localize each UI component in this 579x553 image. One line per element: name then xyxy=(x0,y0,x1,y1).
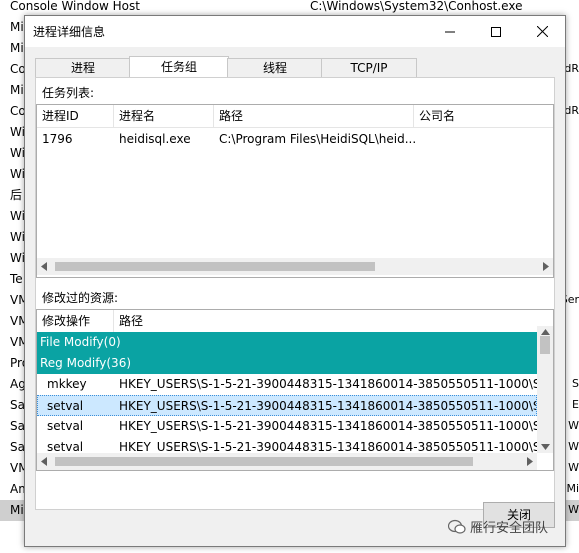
resources-label: 修改过的资源: xyxy=(42,291,119,305)
process-name: Mi xyxy=(10,20,24,34)
resource-row[interactable]: mkkey HKEY_USERS\S-1-5-21-3900448315-134… xyxy=(37,374,537,395)
maximize-icon xyxy=(491,26,501,37)
scroll-left-icon[interactable] xyxy=(41,262,47,271)
task-list-label: 任务列表: xyxy=(42,86,95,100)
watermark-text: 雁行安全团队 xyxy=(470,521,549,536)
tab-threads[interactable]: 线程 xyxy=(227,58,323,78)
resources-table-header: 修改操作 路径 xyxy=(37,310,553,333)
process-name: Wi xyxy=(10,146,25,160)
column-label: 公司名 xyxy=(419,109,456,123)
scroll-down-icon[interactable] xyxy=(541,444,550,450)
resource-operation: setval xyxy=(47,419,84,433)
process-name: Te xyxy=(10,272,23,286)
background-path-fragment: W xyxy=(568,440,579,453)
wechat-icon xyxy=(448,519,466,534)
process-name: Mi xyxy=(10,503,24,517)
task-pid[interactable]: 1796 xyxy=(42,129,73,149)
column-header-company[interactable]: 公司名 xyxy=(414,105,553,127)
column-header-operation[interactable]: 修改操作 xyxy=(37,310,114,332)
background-path-fragment: dR xyxy=(564,62,579,75)
column-header-res-path[interactable]: 路径 xyxy=(114,310,536,332)
resources-horizontal-scrollbar[interactable] xyxy=(37,453,537,470)
resource-path: HKEY_USERS\S-1-5-21-3900448315-134186001… xyxy=(119,377,537,391)
group-label: Reg Modify(36) xyxy=(40,356,132,370)
minimize-button[interactable] xyxy=(427,16,473,47)
group-file-modify[interactable]: File Modify(0) xyxy=(37,332,537,353)
scrollbar-thumb[interactable] xyxy=(55,262,375,271)
background-path-fragment: W xyxy=(568,419,579,432)
process-name: Sa xyxy=(10,398,25,412)
group-reg-modify[interactable]: Reg Modify(36) xyxy=(37,353,537,374)
process-name: Wi xyxy=(10,251,25,265)
task-group-panel: 任务列表: 进程ID 进程名 路径 公司名 1796 heidisql.exe … xyxy=(35,77,555,510)
column-header-path[interactable]: 路径 xyxy=(214,105,414,127)
resource-operation: setval xyxy=(47,399,84,413)
process-name: Mi xyxy=(10,83,24,97)
task-table-header: 进程ID 进程名 路径 公司名 xyxy=(37,105,553,128)
group-label: File Modify(0) xyxy=(40,335,121,349)
task-horizontal-scrollbar[interactable] xyxy=(37,258,553,275)
process-detail-dialog: 进程详细信息 进程 任务组 线程 TCP/IP 任务列表: 进程ID 进程名 路… xyxy=(24,15,566,547)
background-path-fragment: W xyxy=(568,503,579,516)
column-label: 进程名 xyxy=(119,109,156,123)
minimize-icon xyxy=(445,31,455,32)
tab-tcpip[interactable]: TCP/IP xyxy=(321,58,417,78)
resource-row[interactable]: setval HKEY_USERS\S-1-5-21-3900448315-13… xyxy=(37,416,537,437)
scrollbar-thumb[interactable] xyxy=(540,336,550,354)
background-path-fragment: S xyxy=(572,377,579,390)
tab-label: 进程 xyxy=(70,61,95,75)
resource-operation: mkkey xyxy=(47,377,87,391)
title-bar: 进程详细信息 xyxy=(25,16,565,47)
tab-process[interactable]: 进程 xyxy=(35,58,131,78)
column-label: 修改操作 xyxy=(42,314,91,328)
close-icon xyxy=(536,26,548,37)
process-name: Sa xyxy=(10,440,25,454)
resource-row-selected[interactable]: setval HKEY_USERS\S-1-5-21-3900448315-13… xyxy=(37,395,537,416)
column-label: 路径 xyxy=(119,314,144,328)
task-name[interactable]: heidisql.exe xyxy=(119,129,191,149)
column-header-pid[interactable]: 进程ID xyxy=(37,105,114,127)
process-name: Sa xyxy=(10,419,25,433)
column-header-name[interactable]: 进程名 xyxy=(114,105,214,127)
column-label: 进程ID xyxy=(42,109,79,123)
scroll-up-icon[interactable] xyxy=(541,329,550,335)
tab-label: TCP/IP xyxy=(350,61,388,75)
tab-label: 任务组 xyxy=(160,60,197,74)
resources-vertical-scrollbar[interactable] xyxy=(537,326,553,453)
tab-label: 线程 xyxy=(262,61,287,75)
process-name: Wi xyxy=(10,167,25,181)
process-name: Wi xyxy=(10,209,25,223)
scroll-right-icon[interactable] xyxy=(543,262,549,271)
process-name: Mi xyxy=(10,41,24,55)
resource-path: HKEY_USERS\S-1-5-21-3900448315-134186001… xyxy=(119,419,537,433)
task-table: 进程ID 进程名 路径 公司名 1796 heidisql.exe C:\Pro… xyxy=(36,104,554,278)
resources-table: 修改操作 路径 File Modify(0) Reg Modify(36) mk… xyxy=(36,309,554,471)
process-name: 后 xyxy=(10,188,23,202)
process-name: Wi xyxy=(10,125,25,139)
task-path[interactable]: C:\Program Files\HeidiSQL\heid... xyxy=(219,129,416,149)
process-name: Wi xyxy=(10,230,25,244)
dialog-title: 进程详细信息 xyxy=(33,25,106,39)
watermark: 雁行安全团队 xyxy=(448,517,548,536)
resource-path: HKEY_USERS\S-1-5-21-3900448315-134186001… xyxy=(119,399,537,413)
tab-strip: 进程 任务组 线程 TCP/IP xyxy=(35,56,555,79)
close-window-button[interactable] xyxy=(519,16,565,47)
background-path-fragment: dR xyxy=(564,104,579,117)
scrollbar-thumb[interactable] xyxy=(55,457,473,466)
background-path-fragment: E xyxy=(572,398,579,411)
column-label: 路径 xyxy=(219,109,244,123)
background-path-fragment: W xyxy=(568,461,579,474)
maximize-button[interactable] xyxy=(473,16,519,47)
scroll-left-icon[interactable] xyxy=(41,457,47,466)
background-path-fragment: Mi xyxy=(566,482,579,495)
tab-task-group[interactable]: 任务组 xyxy=(129,56,229,79)
scroll-right-icon[interactable] xyxy=(527,457,533,466)
